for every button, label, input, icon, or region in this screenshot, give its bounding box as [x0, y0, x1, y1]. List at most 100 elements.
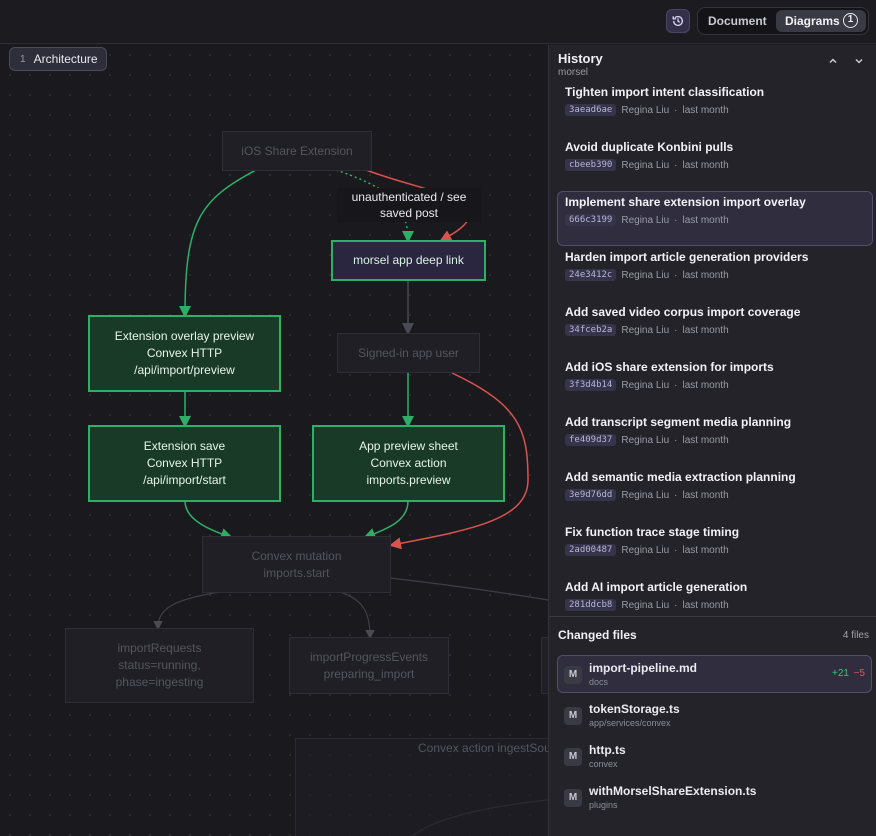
edge-label-line-2: saved post	[379, 206, 439, 220]
node-sheet-line-2: Convex action	[370, 456, 447, 470]
commit-item[interactable]: Add saved video corpus import coverage 34…	[557, 301, 873, 356]
meta-separator: ·	[674, 324, 678, 336]
node-overlay-line-1: Extension overlay preview	[114, 329, 255, 343]
meta-separator: ·	[674, 489, 678, 501]
group-convex-action: Convex action ingestSou	[295, 738, 548, 836]
commit-hash[interactable]: 34fceb2a	[565, 324, 617, 336]
commit-hash[interactable]: fe409d37	[565, 434, 617, 446]
commit-title: Harden import article generation provide…	[565, 250, 809, 264]
commit-item[interactable]: Tighten import intent classification 3aea…	[557, 81, 873, 136]
history-toggle-button[interactable]	[666, 9, 690, 33]
commit-time: last month	[682, 104, 729, 116]
file-item[interactable]: M tokenStorage.ts app/services/convex	[557, 696, 872, 734]
commit-title: Add iOS share extension for imports	[565, 360, 774, 374]
history-title: History	[558, 51, 603, 66]
commit-hash[interactable]: 24e3412c	[565, 269, 617, 281]
commit-title: Add semantic media extraction planning	[565, 470, 796, 484]
edge-mutation-to-requests	[153, 591, 221, 631]
commit-author: Regina Liu	[621, 269, 670, 281]
commit-meta: 34fceb2a Regina Liu · last month	[565, 324, 865, 336]
node-overlay-line-3: /api/import/preview	[134, 363, 235, 377]
node-deep-link[interactable]: morsel app deep link	[331, 240, 486, 281]
node-save-line-2: Convex HTTP	[146, 456, 223, 470]
changed-files-title: Changed files	[558, 628, 637, 642]
meta-separator: ·	[674, 159, 678, 171]
diagram-tab-number: 1	[20, 53, 26, 65]
edge-mutation-to-right	[389, 577, 548, 601]
diagrams-tab-label: Diagrams	[785, 14, 840, 28]
node-sheet-line-1: App preview sheet	[359, 439, 458, 453]
commit-hash[interactable]: 3aead6ae	[565, 104, 617, 116]
node-mutation-line-1: Convex mutation	[251, 548, 342, 563]
node-requests-line-2: status=running,	[118, 658, 201, 672]
commit-hash[interactable]: 281ddcb8	[565, 599, 617, 611]
meta-separator: ·	[674, 434, 678, 446]
commit-author: Regina Liu	[621, 159, 670, 171]
commit-time: last month	[682, 324, 729, 336]
commit-author: Regina Liu	[621, 489, 670, 501]
diagram-canvas[interactable]: 1 Architecture iOS Share Extension unaut…	[0, 45, 548, 836]
node-import-requests[interactable]: importRequests status=running, phase=ing…	[65, 628, 254, 703]
file-directory: docs	[589, 677, 609, 687]
diagrams-count-badge: 1	[843, 13, 858, 28]
node-import-progress-events[interactable]: importProgressEvents preparing_import	[289, 637, 449, 694]
node-convex-mutation[interactable]: Convex mutation imports.start	[202, 536, 391, 593]
edge-label-line-1: unauthenticated / see	[351, 190, 467, 204]
history-panel: History morsel Tighten import intent cla…	[548, 45, 876, 836]
node-progress-line-1: importProgressEvents	[309, 649, 429, 664]
node-signed-in-user[interactable]: Signed-in app user	[337, 333, 480, 373]
commit-title: Fix function trace stage timing	[565, 525, 740, 539]
modified-status-icon: M	[564, 666, 582, 684]
modified-status-icon: M	[564, 789, 582, 807]
commit-meta: 666c3199 Regina Liu · last month	[565, 214, 865, 226]
commit-title: Add AI import article generation	[565, 580, 748, 594]
meta-separator: ·	[674, 104, 678, 116]
node-overlay-line-2: Convex HTTP	[146, 346, 223, 360]
commit-hash[interactable]: 3e9d76dd	[565, 489, 617, 501]
commit-item[interactable]: Harden import article generation provide…	[557, 246, 873, 301]
node-progress-line-2: preparing_import	[323, 666, 415, 681]
commit-item[interactable]: Add iOS share extension for imports 3f3d4…	[557, 356, 873, 411]
node-app-preview-sheet[interactable]: App preview sheet Convex action imports.…	[312, 425, 505, 502]
file-name: import-pipeline.md	[589, 661, 697, 675]
commit-author: Regina Liu	[621, 104, 670, 116]
edge-save-to-mutation	[184, 500, 233, 540]
file-item[interactable]: M import-pipeline.md docs +21 −5	[557, 655, 872, 693]
commit-item[interactable]: Fix function trace stage timing 2ad00487 R…	[557, 521, 873, 576]
file-item[interactable]: M withMorselShareExtension.ts plugins	[557, 778, 872, 816]
commit-time: last month	[682, 379, 729, 391]
diagram-tab-architecture[interactable]: 1 Architecture	[9, 47, 107, 71]
node-ios-share-extension[interactable]: iOS Share Extension	[222, 131, 372, 171]
commit-meta: cbeeb390 Regina Liu · last month	[565, 159, 865, 171]
commit-author: Regina Liu	[621, 544, 670, 556]
diagrams-tab[interactable]: Diagrams 1	[776, 10, 866, 32]
commit-item[interactable]: Add semantic media extraction planning 3e…	[557, 466, 873, 521]
commit-item[interactable]: Add transcript segment media planning fe4…	[557, 411, 873, 466]
document-tab[interactable]: Document	[702, 11, 773, 31]
node-deep-link-text: morsel app deep link	[353, 253, 464, 267]
modified-status-icon: M	[564, 707, 582, 725]
commit-item[interactable]: Avoid duplicate Konbini pulls cbeeb390 Reg…	[557, 136, 873, 191]
commit-item[interactable]: Implement share extension import overlay…	[557, 191, 873, 246]
node-extension-save[interactable]: Extension save Convex HTTP /api/import/s…	[88, 425, 281, 502]
node-extension-overlay-preview[interactable]: Extension overlay preview Convex HTTP /a…	[88, 315, 281, 392]
commit-hash[interactable]: 3f3d4b14	[565, 379, 617, 391]
node-offscreen-right	[541, 637, 548, 694]
commit-time: last month	[682, 269, 729, 281]
chevron-up-icon[interactable]	[825, 55, 841, 71]
node-mutation-line-2: imports.start	[263, 565, 330, 580]
commit-hash[interactable]: cbeeb390	[565, 159, 617, 171]
commit-time: last month	[682, 599, 729, 611]
meta-separator: ·	[674, 379, 678, 391]
commit-author: Regina Liu	[621, 434, 670, 446]
chevron-down-icon[interactable]	[851, 55, 867, 71]
top-bar: Document Diagrams 1	[0, 0, 876, 44]
file-item[interactable]: M http.ts convex	[557, 737, 872, 775]
commit-hash[interactable]: 2ad00487	[565, 544, 617, 556]
diagram-tab-label: Architecture	[33, 52, 98, 66]
commit-meta: 24e3412c Regina Liu · last month	[565, 269, 865, 281]
commit-meta: 3aead6ae Regina Liu · last month	[565, 104, 865, 116]
file-directory: convex	[589, 759, 618, 769]
commit-hash[interactable]: 666c3199	[565, 214, 617, 226]
edge-mutation-to-progress	[339, 591, 375, 640]
